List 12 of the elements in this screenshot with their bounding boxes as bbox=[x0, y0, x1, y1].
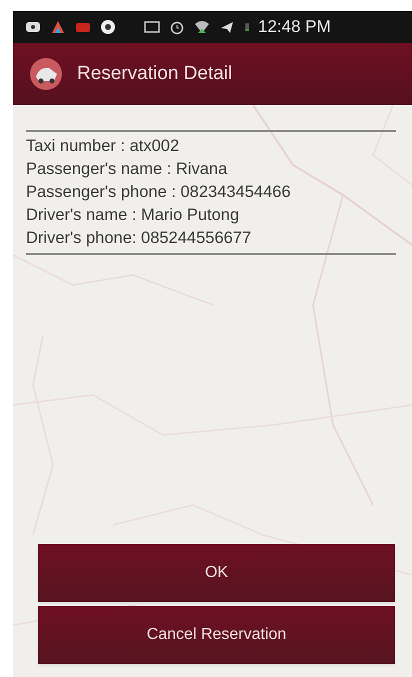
detail-text: Driver's phone: 085244556677 bbox=[26, 228, 252, 249]
action-button[interactable]: Cancel Reservation bbox=[38, 606, 395, 664]
taxi-logo-icon bbox=[29, 57, 63, 91]
detail-text: Driver's name : Mario Putong bbox=[26, 205, 240, 226]
detail-text: Passenger's name : Rivana bbox=[26, 159, 228, 180]
action-button[interactable]: OK bbox=[38, 544, 395, 602]
wifi-icon bbox=[194, 19, 210, 35]
status-time: 12:48 PM bbox=[258, 16, 331, 38]
alarm-icon bbox=[169, 19, 185, 35]
detail-text: Passenger's phone : 082343454466 bbox=[26, 182, 292, 203]
screen-title: Reservation Detail bbox=[77, 62, 232, 86]
detail-text: Taxi number : atx002 bbox=[26, 136, 180, 157]
